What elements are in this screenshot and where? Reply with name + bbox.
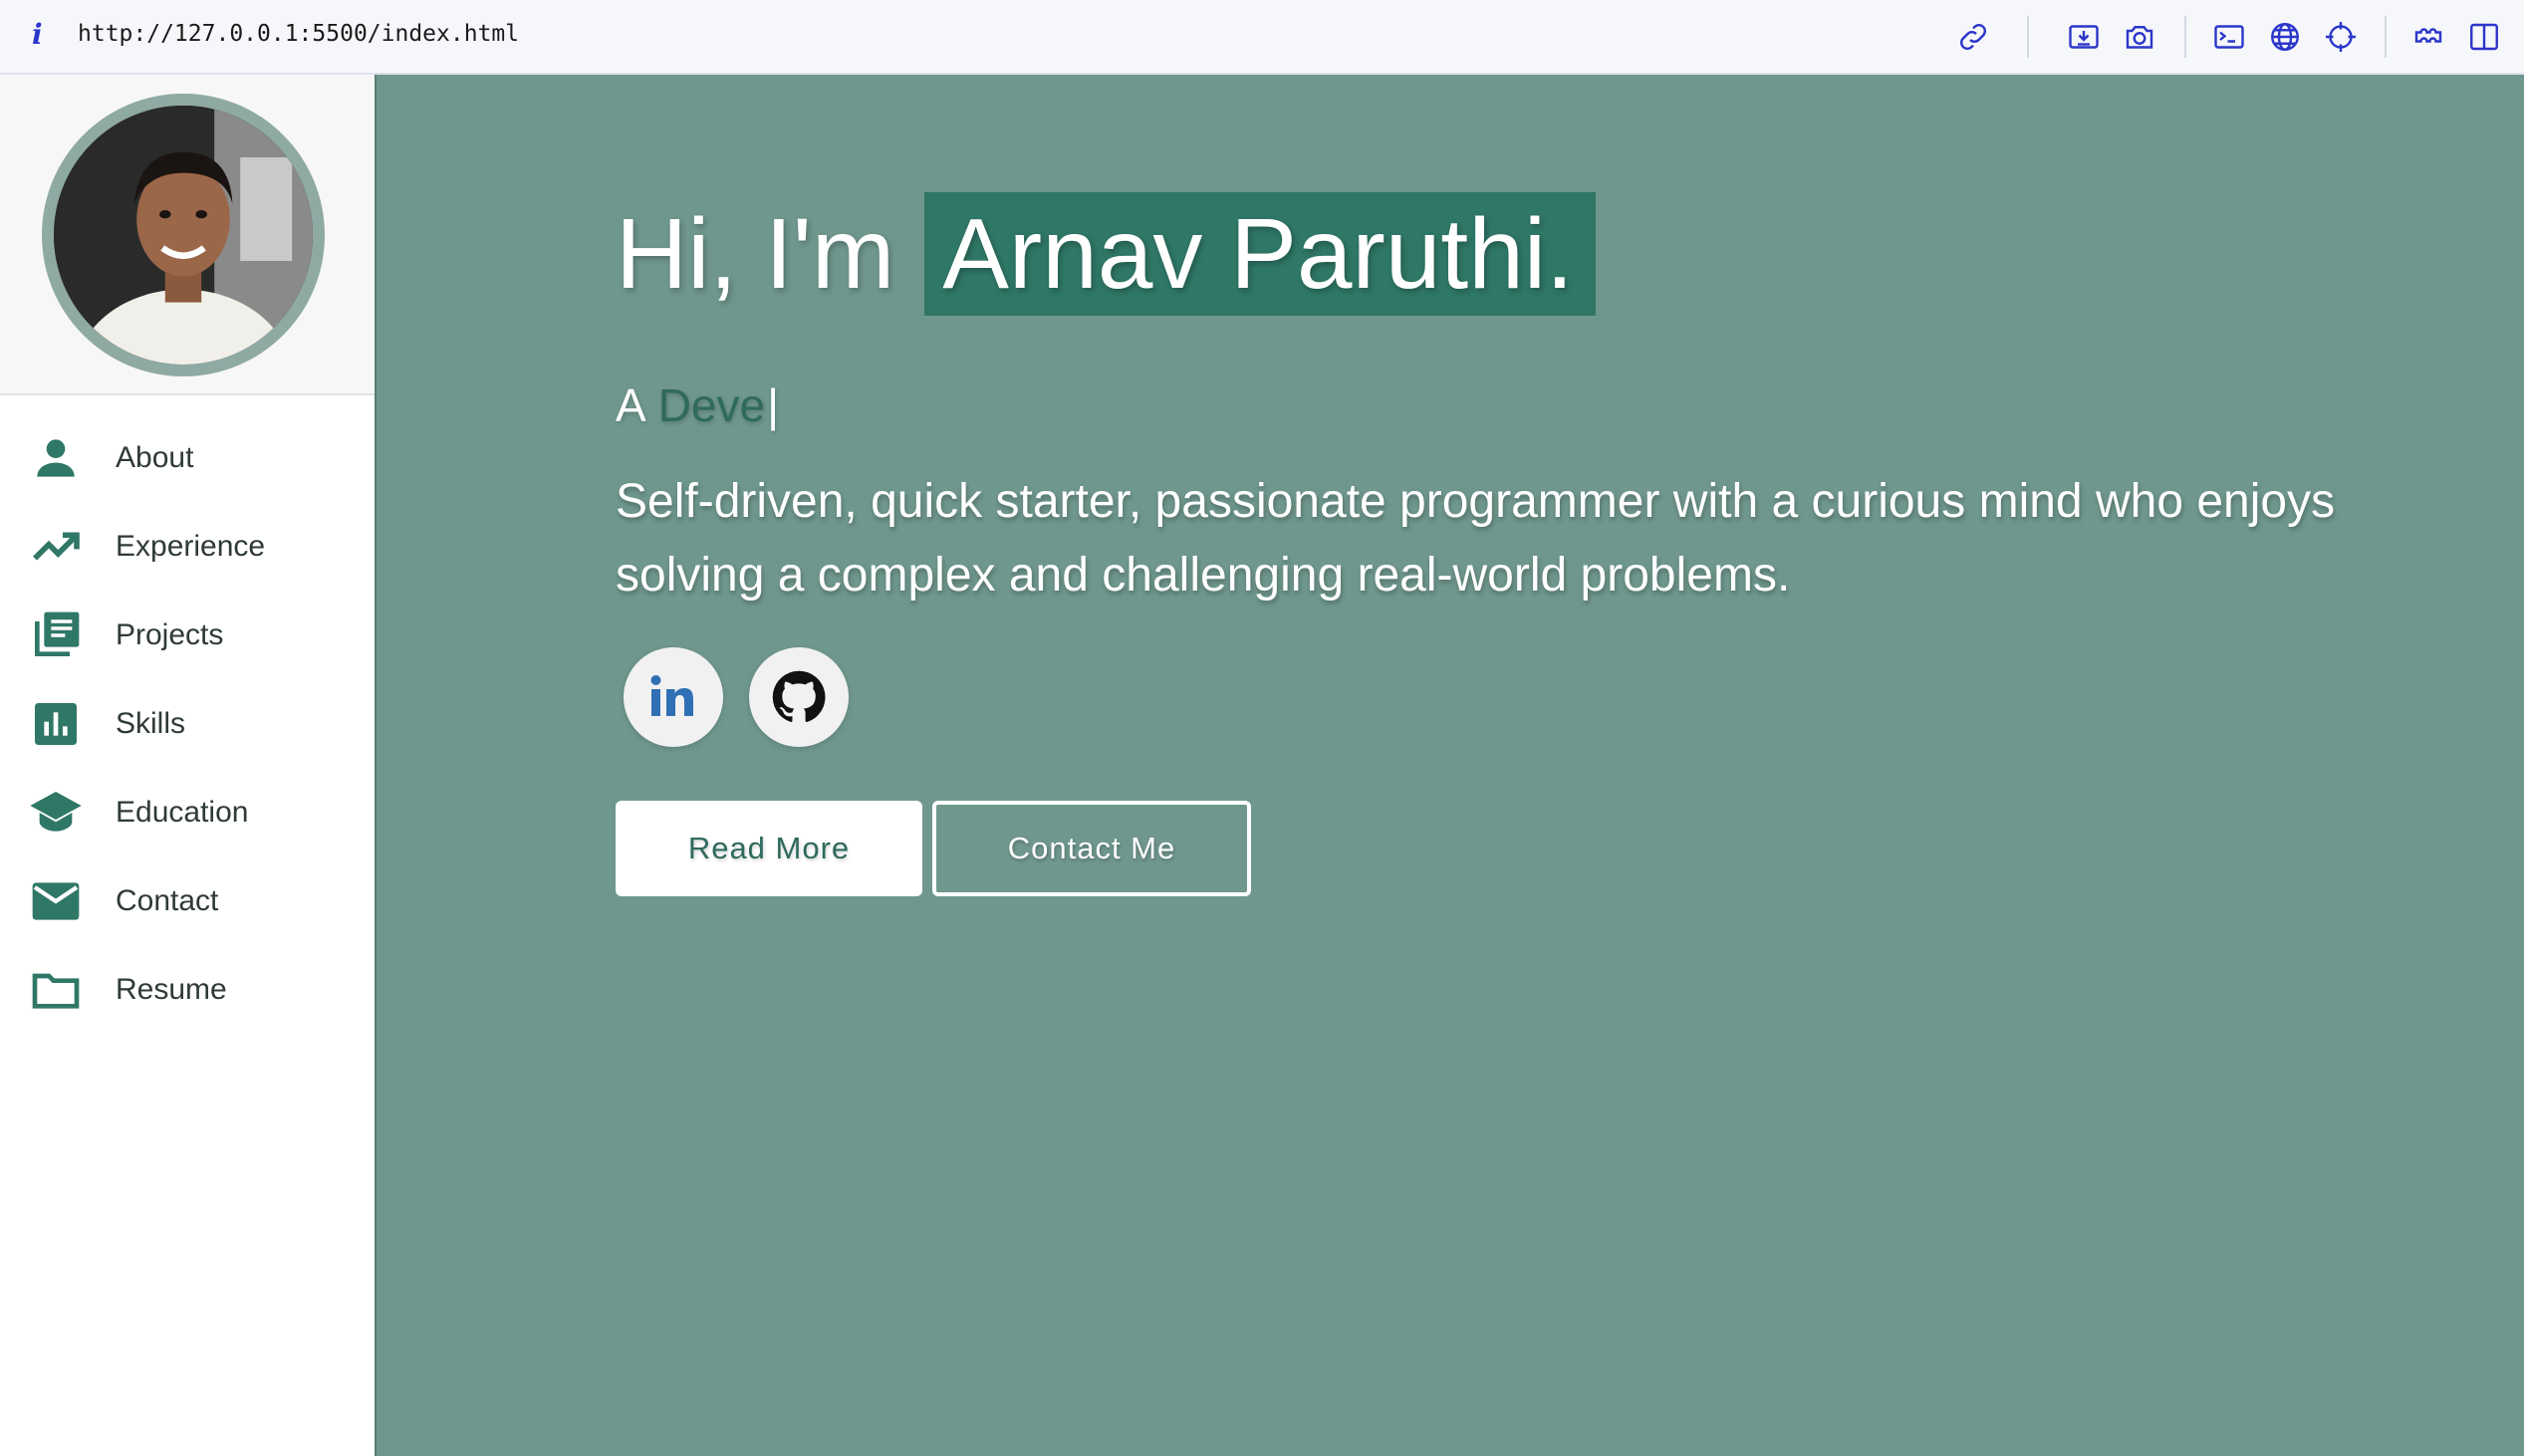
github-icon [772,670,826,723]
person-icon [28,430,84,486]
mail-icon [28,873,84,929]
sidebar-item-about[interactable]: About [0,413,375,502]
split-view-icon[interactable] [2466,19,2502,55]
sidebar-item-label: About [116,440,194,474]
toolbar-divider [2027,16,2029,58]
globe-icon[interactable] [2267,19,2303,55]
sidebar-item-experience[interactable]: Experience [0,502,375,591]
sidebar-item-education[interactable]: Education [0,768,375,856]
profile-area [0,75,375,395]
bar-chart-icon [28,696,84,752]
linkedin-icon [650,675,693,716]
hero-name: Arnav Paruthi. [924,192,1596,316]
sidebar-item-label: Contact [116,883,219,917]
sidebar-nav: About Experience Projects Skills Educati… [0,413,375,1034]
hero-greeting: Hi, I'm [616,197,895,310]
extensions-icon[interactable] [2410,19,2446,55]
linkedin-link[interactable] [624,647,723,747]
sidebar-item-label: Skills [116,706,186,740]
folder-icon [28,962,84,1018]
sidebar: About Experience Projects Skills Educati… [0,75,375,1456]
avatar [42,94,325,376]
sidebar-item-skills[interactable]: Skills [0,679,375,768]
toolbar-divider [2184,16,2186,58]
typed-subtitle: A Deve| [616,378,779,432]
browser-toolbar: i http://127.0.0.1:5500/index.html [0,0,2524,75]
terminal-icon[interactable] [2211,19,2247,55]
crosshair-icon[interactable] [2323,19,2359,55]
info-icon[interactable]: i [32,18,43,51]
hero-actions: Read More Contact Me [616,801,1251,896]
sidebar-item-label: Resume [116,972,227,1006]
profile-photo [54,106,313,364]
typed-cursor: | [767,379,780,431]
sidebar-item-projects[interactable]: Projects [0,591,375,679]
address-bar-url[interactable]: http://127.0.0.1:5500/index.html [78,21,519,47]
link-icon[interactable] [1955,19,1991,55]
sidebar-item-label: Education [116,795,249,829]
social-links [624,647,849,747]
hero-tagline: Self-driven, quick starter, passionate p… [616,475,2336,602]
typed-word: Deve [657,379,766,431]
screenshot-icon[interactable] [2066,19,2102,55]
camera-icon[interactable] [2122,19,2157,55]
sidebar-item-contact[interactable]: Contact [0,856,375,945]
read-more-button[interactable]: Read More [616,801,922,896]
typed-prefix: A [616,379,646,431]
contact-me-button[interactable]: Contact Me [932,801,1251,896]
toolbar-divider [2385,16,2387,58]
hero-title: Hi, I'm Arnav Paruthi. [616,192,1596,316]
trending-up-icon [28,519,84,575]
github-link[interactable] [749,647,849,747]
library-books-icon [28,607,84,663]
sidebar-item-label: Experience [116,529,266,563]
hero-section: Hi, I'm Arnav Paruthi. A Deve| Self-drive… [375,75,2524,1456]
graduation-cap-icon [28,785,84,841]
sidebar-item-label: Projects [116,617,224,651]
sidebar-item-resume[interactable]: Resume [0,945,375,1034]
